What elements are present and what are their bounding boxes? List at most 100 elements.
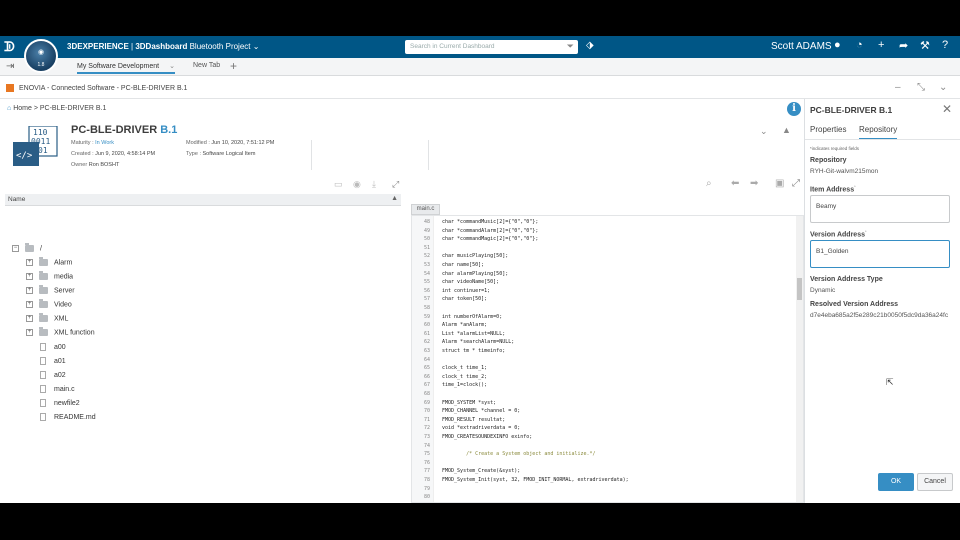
line-number-gutter: 48 49 50 51 52 53 54 55 56 57 58 59 60 61 62 63 64 65 66 67…: [412, 216, 434, 502]
search-input[interactable]: Search in Current Dashboard ⏷: [405, 40, 578, 54]
code-line: FMOD_System_Create(&syst);: [442, 468, 521, 475]
repository-value: RYH-Git-walvm215mon: [810, 168, 879, 175]
arrow-left-icon[interactable]: ⬅: [731, 178, 739, 189]
tree-folder-row[interactable]: + Video: [26, 299, 72, 313]
expand-toggle-icon[interactable]: +: [26, 287, 33, 294]
tree-folder-row[interactable]: − /: [12, 243, 42, 257]
modified-label: Modified :: [186, 140, 210, 146]
tree-item-label: newfile2: [54, 399, 80, 407]
object-title: PC-BLE-DRIVER B.1: [71, 124, 177, 136]
created-value: Jun 9, 2020, 4:58:14 PM: [95, 151, 156, 157]
tree-folder-row[interactable]: + Server: [26, 285, 75, 299]
tree-file-row[interactable]: a01: [40, 357, 66, 369]
tab-repository[interactable]: Repository: [859, 125, 898, 140]
app-title[interactable]: 3DEXPERIENCE | 3DDashboard Bluetooth Pro…: [67, 42, 259, 51]
ok-button[interactable]: OK: [878, 473, 914, 491]
add-icon[interactable]: +: [878, 39, 884, 51]
arrow-right-icon[interactable]: ➡: [750, 178, 758, 189]
folder-icon: [39, 313, 48, 322]
tab-new-tab[interactable]: New Tab: [193, 62, 220, 69]
tools-icon[interactable]: ⚒: [920, 39, 930, 52]
menu-collapse-icon[interactable]: ⇥: [6, 61, 14, 72]
tree-file-row[interactable]: main.c: [40, 385, 75, 397]
code-editor[interactable]: 48 49 50 51 52 53 54 55 56 57 58 59 60 61 62 63 64 65 66 67…: [411, 215, 804, 503]
tree-file-row[interactable]: a00: [40, 343, 66, 355]
expand-toggle-icon[interactable]: +: [26, 301, 33, 308]
collapse-toggle-icon[interactable]: −: [12, 245, 19, 252]
minimize-icon[interactable]: –: [895, 82, 901, 93]
triangle-up-icon[interactable]: ▲: [782, 125, 791, 135]
code-file-tab[interactable]: main.c: [411, 204, 440, 215]
expand-toggle-icon[interactable]: +: [26, 315, 33, 322]
widget-header: ENOVIA - Connected Software - PC-BLE-DRI…: [0, 77, 960, 99]
ds-logo-icon[interactable]: ᗫ: [4, 39, 15, 55]
file-icon: [40, 343, 46, 351]
tree-toolbar: ▭ ◉ ⤓ ⤢: [0, 176, 405, 193]
file-icon: [40, 413, 46, 421]
expand-toggle-icon[interactable]: +: [26, 329, 33, 336]
icon-code-glyph: </>: [16, 151, 33, 161]
help-icon[interactable]: ?: [942, 39, 948, 51]
line-number: 72: [423, 425, 430, 432]
cancel-button[interactable]: Cancel: [917, 473, 953, 491]
eye-icon[interactable]: ◉: [353, 179, 361, 190]
tree-file-row[interactable]: newfile2: [40, 399, 80, 411]
code-line: int continuer=1;: [442, 287, 491, 294]
icon-binary-1: 110: [33, 128, 48, 137]
user-name[interactable]: Scott ADAMS: [771, 41, 832, 52]
expand-icon[interactable]: ⤢: [792, 178, 800, 189]
info-icon[interactable]: i: [787, 102, 801, 116]
item-address-label: Item Address*: [810, 184, 856, 193]
compass-version: 1.8: [37, 62, 45, 68]
chevron-down-icon[interactable]: ⌄: [253, 42, 260, 51]
home-icon[interactable]: ⌂: [7, 105, 11, 112]
software-item-icon: 110 0011 01 </>: [13, 126, 58, 166]
line-number: 62: [423, 339, 430, 346]
breadcrumb-current: PC-BLE-DRIVER B.1: [39, 105, 107, 112]
tab-my-software-development[interactable]: My Software Development ⌄: [77, 62, 175, 74]
share-icon[interactable]: ➦: [899, 39, 908, 52]
search-icon[interactable]: ⌕: [706, 178, 712, 189]
collapse-icon[interactable]: ⤡: [917, 82, 925, 93]
chevron-down-icon[interactable]: ⌄: [939, 82, 947, 93]
breadcrumb-home[interactable]: Home: [13, 105, 32, 112]
tree-folder-row[interactable]: + XML function: [26, 327, 95, 341]
close-icon[interactable]: ✕: [942, 102, 952, 116]
chevron-down-icon[interactable]: ⌄: [760, 126, 768, 137]
maturity-value[interactable]: In Work: [95, 140, 114, 146]
image-icon[interactable]: ▣: [775, 178, 784, 189]
breadcrumb: ⌂ Home > PC-BLE-DRIVER B.1: [7, 105, 106, 112]
tree-header[interactable]: Name ▲: [5, 194, 401, 206]
tree-folder-row[interactable]: + Alarm: [26, 257, 72, 271]
expand-toggle-icon[interactable]: +: [26, 259, 33, 266]
tree-file-row[interactable]: README.md: [40, 413, 96, 425]
vertical-scrollbar[interactable]: [796, 216, 803, 502]
expand-toggle-icon[interactable]: +: [26, 273, 33, 280]
chevron-down-icon[interactable]: ⌄: [169, 63, 175, 70]
item-address-field[interactable]: Beamy: [810, 195, 950, 223]
tree-folder-row[interactable]: + media: [26, 271, 73, 285]
enovia-icon: [6, 84, 14, 92]
code-line: FMOD_CHANNEL *channel = 0;: [442, 408, 521, 415]
object-revision: B.1: [160, 124, 178, 136]
download-icon[interactable]: ⤓: [372, 179, 376, 190]
scrollbar-thumb[interactable]: [797, 278, 802, 300]
sort-up-icon[interactable]: ▲: [391, 195, 398, 202]
expand-icon[interactable]: ⤢: [392, 179, 399, 190]
tab-properties[interactable]: Properties: [810, 125, 846, 134]
filter-icon[interactable]: ⏷: [567, 41, 574, 52]
version-type-label: Version Address Type: [810, 276, 883, 283]
folder-open-icon[interactable]: ▭: [334, 179, 343, 190]
tree-file-row[interactable]: a02: [40, 371, 66, 383]
chat-icon[interactable]: ◔: [856, 39, 863, 51]
version-address-field[interactable]: B1_Golden: [810, 240, 950, 268]
tag-icon[interactable]: ⬗: [586, 40, 594, 51]
line-number: 80: [423, 494, 430, 501]
code-line: int numberOfAlarm=0;: [442, 313, 503, 320]
tree-item-label: a02: [54, 371, 66, 379]
add-tab-button[interactable]: +: [230, 59, 237, 73]
user-avatar-icon[interactable]: ●: [834, 39, 841, 51]
tree-folder-row[interactable]: + XML: [26, 313, 68, 327]
divider: [428, 140, 429, 170]
compass-icon[interactable]: ◉ 1.8: [24, 39, 58, 73]
